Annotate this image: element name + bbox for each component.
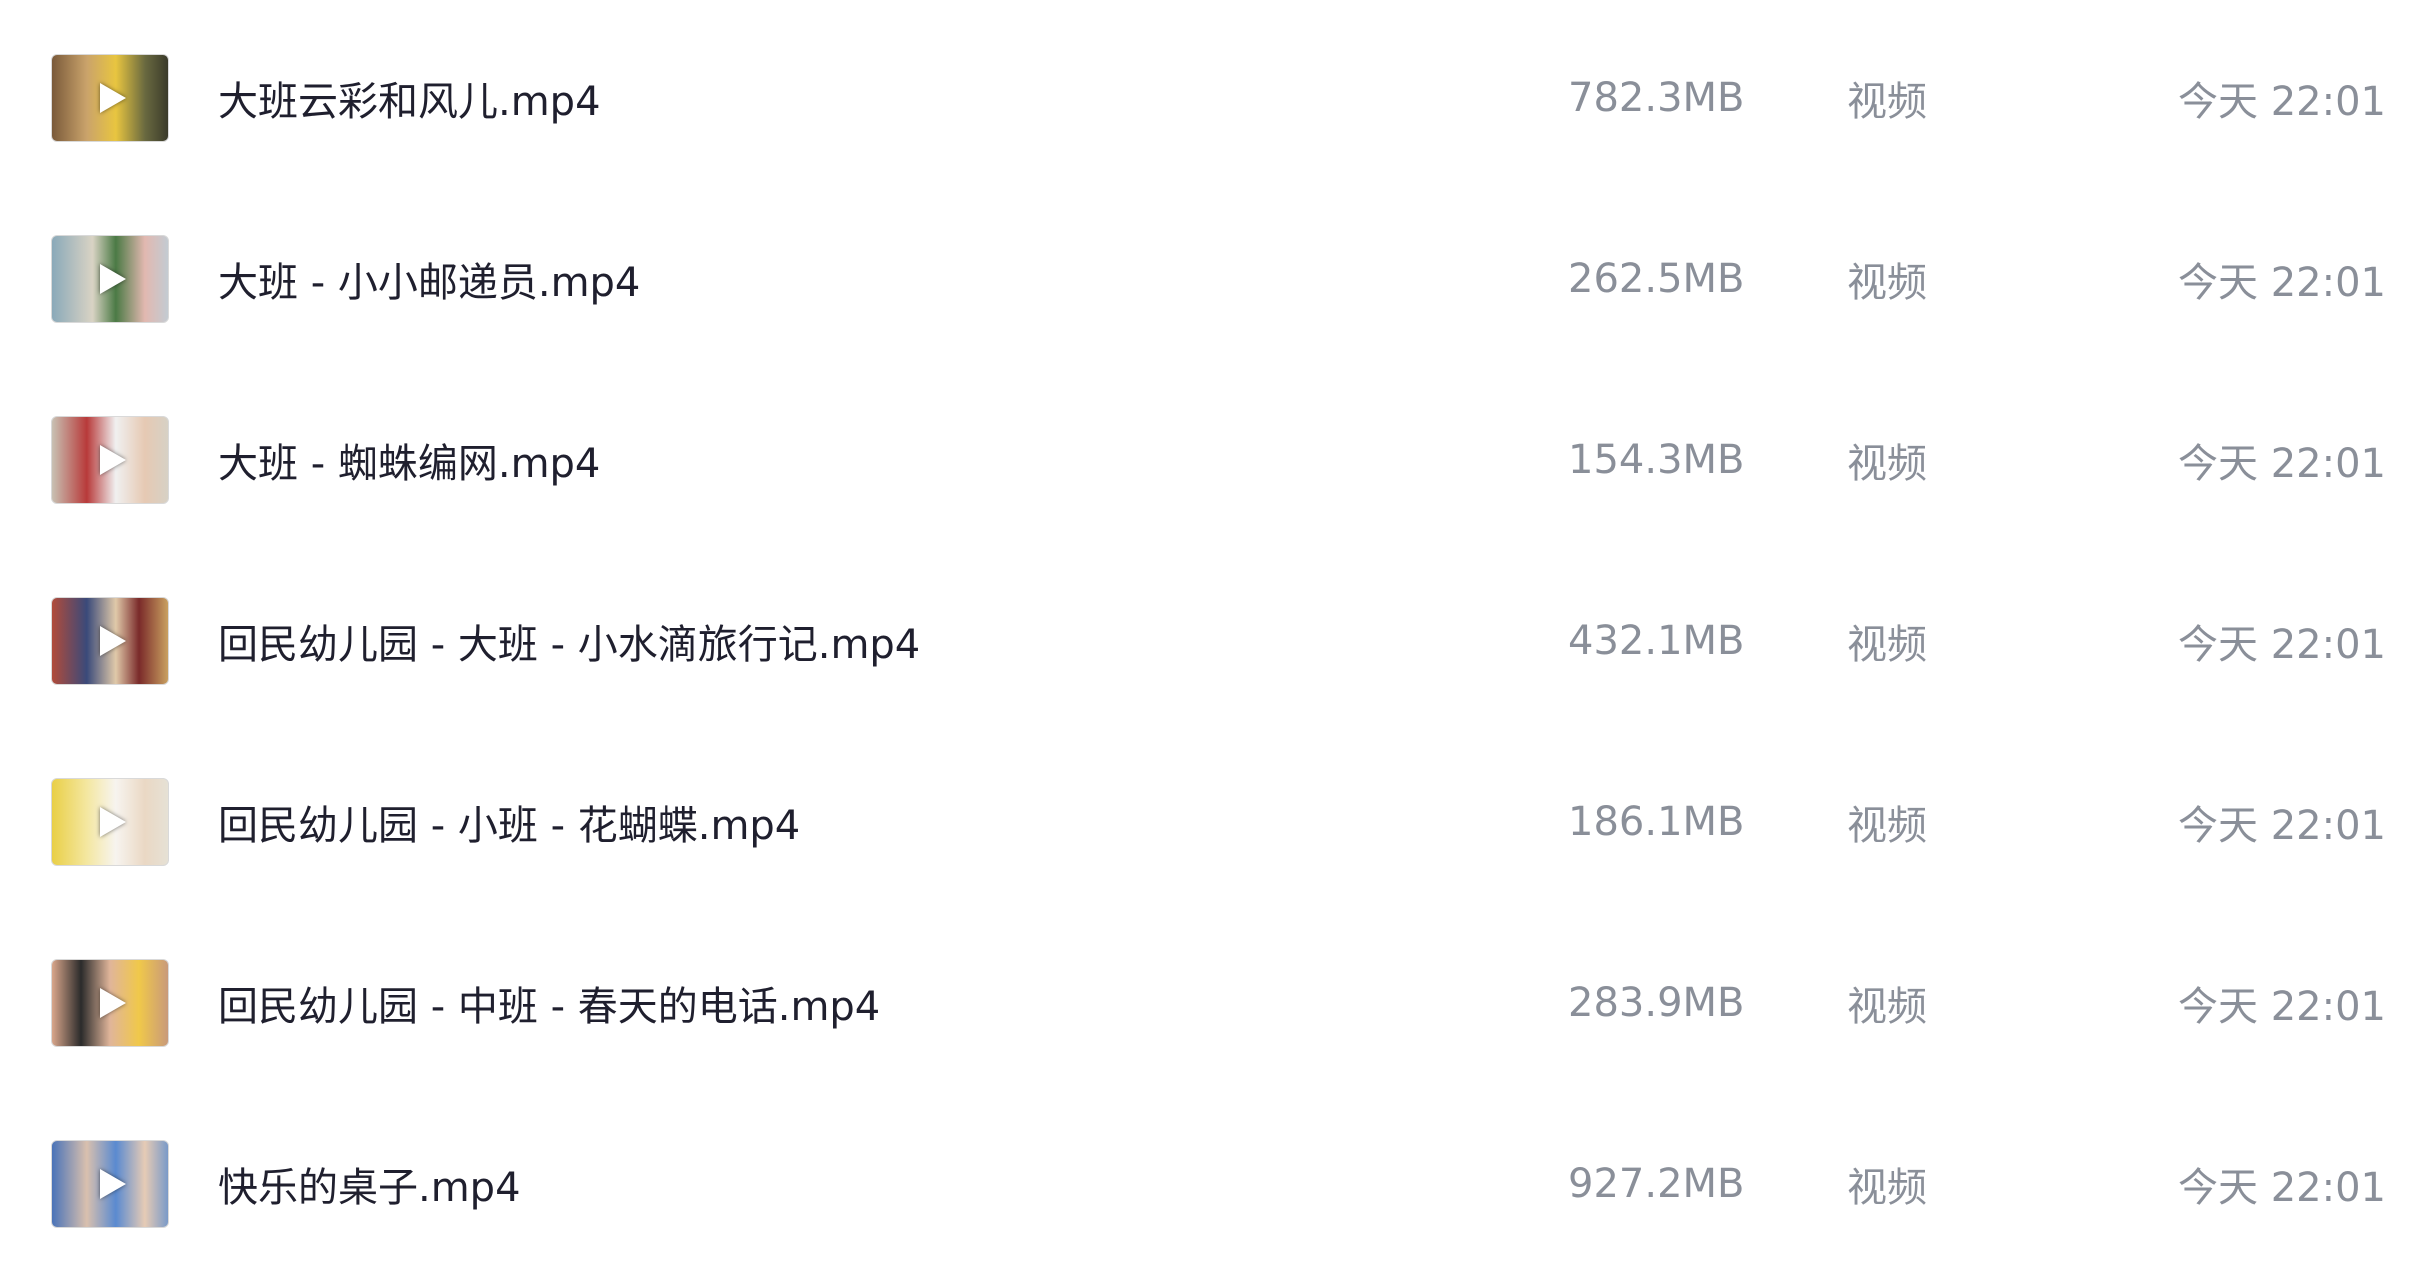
file-row[interactable]: 大班 - 蜘蛛编网.mp4 154.3MB 视频 今天 22:01 [0,369,2409,550]
file-name[interactable]: 大班云彩和风儿.mp4 [218,69,601,127]
file-type: 视频 [1847,621,1927,668]
file-size: 782.3MB [1568,74,1745,121]
file-modified-time: 今天 22:01 [2178,440,2386,487]
file-type: 视频 [1847,440,1927,487]
video-thumbnail[interactable] [51,53,169,142]
file-row[interactable]: 快乐的桌子.mp4 927.2MB 视频 今天 22:01 [0,1093,2409,1274]
file-modified-time: 今天 22:01 [2178,621,2386,668]
file-type: 视频 [1847,1164,1927,1211]
play-icon [100,806,126,837]
file-modified-time: 今天 22:01 [2178,1164,2386,1211]
video-thumbnail[interactable] [51,596,169,685]
file-modified-time: 今天 22:01 [2178,78,2386,125]
file-name[interactable]: 快乐的桌子.mp4 [218,1155,521,1213]
file-name[interactable]: 回民幼儿园 - 中班 - 春天的电话.mp4 [218,974,880,1032]
play-icon [100,987,126,1018]
file-size: 262.5MB [1568,255,1745,302]
file-size: 154.3MB [1568,436,1745,483]
play-icon [100,625,126,656]
video-thumbnail[interactable] [51,234,169,323]
video-thumbnail[interactable] [51,1139,169,1228]
file-name[interactable]: 回民幼儿园 - 大班 - 小水滴旅行记.mp4 [218,612,920,670]
play-icon [100,263,126,294]
file-row[interactable]: 大班 - 小小邮递员.mp4 262.5MB 视频 今天 22:01 [0,188,2409,369]
file-type: 视频 [1847,259,1927,306]
file-row[interactable]: 回民幼儿园 - 小班 - 花蝴蝶.mp4 186.1MB 视频 今天 22:01 [0,731,2409,912]
file-size: 927.2MB [1568,1160,1745,1207]
file-list: 大班云彩和风儿.mp4 782.3MB 视频 今天 22:01 大班 - 小小邮… [0,0,2409,1228]
file-type: 视频 [1847,78,1927,125]
file-name[interactable]: 回民幼儿园 - 小班 - 花蝴蝶.mp4 [218,793,800,851]
video-thumbnail[interactable] [51,415,169,504]
file-row[interactable]: 大班云彩和风儿.mp4 782.3MB 视频 今天 22:01 [0,7,2409,188]
file-size: 432.1MB [1568,617,1745,664]
play-icon [100,444,126,475]
video-thumbnail[interactable] [51,958,169,1047]
video-thumbnail[interactable] [51,777,169,866]
file-type: 视频 [1847,983,1927,1030]
file-row[interactable]: 回民幼儿园 - 大班 - 小水滴旅行记.mp4 432.1MB 视频 今天 22… [0,550,2409,731]
file-name[interactable]: 大班 - 蜘蛛编网.mp4 [218,431,600,489]
play-icon [100,82,126,113]
file-modified-time: 今天 22:01 [2178,983,2386,1030]
file-size: 283.9MB [1568,979,1745,1026]
file-modified-time: 今天 22:01 [2178,802,2386,849]
play-icon [100,1168,126,1199]
file-type: 视频 [1847,802,1927,849]
file-size: 186.1MB [1568,798,1745,845]
file-modified-time: 今天 22:01 [2178,259,2386,306]
file-row[interactable]: 回民幼儿园 - 中班 - 春天的电话.mp4 283.9MB 视频 今天 22:… [0,912,2409,1093]
file-name[interactable]: 大班 - 小小邮递员.mp4 [218,250,640,308]
